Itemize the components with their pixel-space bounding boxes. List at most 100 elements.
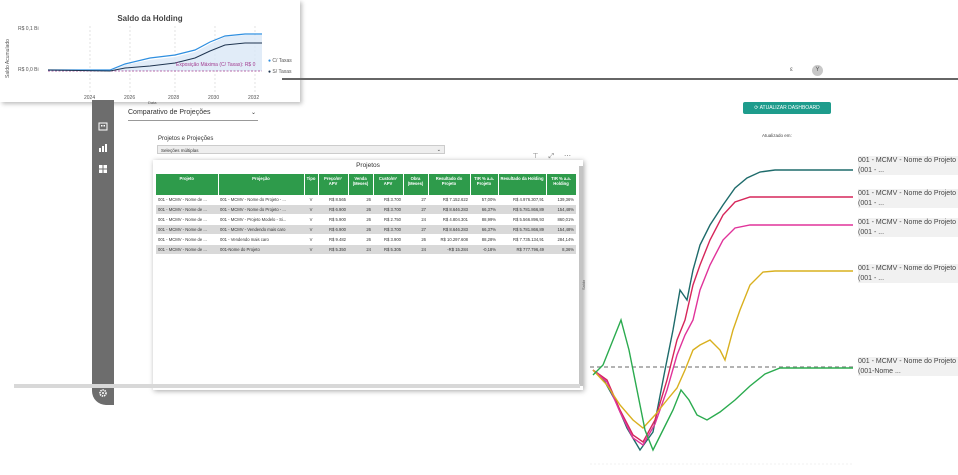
- column-header[interactable]: Projeto: [156, 174, 219, 195]
- projects-table: Projeto Projeção Tipo Preço/m² APV Venda (Me…: [156, 174, 577, 255]
- table-cell: 154,48%: [546, 204, 576, 215]
- column-header[interactable]: Projeção: [218, 174, 305, 195]
- table-cell: R$ 5.566.896,93: [498, 214, 546, 225]
- table-cell: R$ 5.900: [318, 214, 348, 225]
- refresh-icon: ⟳: [754, 105, 759, 111]
- column-header[interactable]: Tipo: [304, 174, 319, 195]
- header-divider: [282, 78, 958, 80]
- table-cell: R$ 5.781.866,89: [498, 224, 546, 235]
- card-toolbar[interactable]: ⊤ ⤢ ⋯: [532, 152, 575, 161]
- table-cell: R$ 8.646.283: [428, 204, 470, 215]
- table-cell: 001 - MCMV - Nome do Projeto - ...: [218, 195, 304, 205]
- building-icon[interactable]: [98, 121, 108, 131]
- inset-legend-sem-taxas[interactable]: ● S/ Taxas: [268, 69, 292, 75]
- series-line-red: [592, 196, 853, 444]
- table-cell: 001 - MCMV - Nome de ...: [156, 224, 218, 235]
- legend-label: 001 - MCMV - Nome do Projeto (001 - ...: [858, 218, 958, 238]
- column-header[interactable]: TIR % a.a. Holding: [546, 174, 577, 195]
- table-cell: R$ 5.305: [373, 244, 403, 255]
- series-line-green: [592, 317, 853, 452]
- table-cell: R$ 7.152.622: [428, 195, 470, 205]
- table-row[interactable]: 001 - MCMV - Nome de ... 001 - Vendendo m…: [156, 234, 576, 245]
- table-cell: 24: [403, 244, 428, 255]
- series-line-pink: [592, 224, 853, 447]
- table-cell: -0,18%: [470, 244, 498, 255]
- inset-legend-com-taxas[interactable]: ● C/ Taxas: [268, 58, 292, 64]
- table-title: Projetos: [356, 162, 380, 169]
- table-cell: R$ 777.796,49: [498, 244, 546, 255]
- projects-filter-dropdown[interactable]: Seleções múltiplas ⌄: [157, 145, 445, 154]
- table-cell: R$ 4.804.301: [428, 214, 470, 225]
- table-cell: R$ 8.646.283: [428, 224, 470, 235]
- inset-x-tick: 2028: [168, 95, 180, 101]
- series-line-yellow: [592, 270, 853, 429]
- table-cell: 66,37%: [470, 204, 498, 215]
- projection-select[interactable]: Comparativo de Projeções ⌄: [128, 106, 258, 121]
- table-vertical-scrollbar[interactable]: [579, 166, 583, 386]
- table-row[interactable]: 001 - MCMV - Nome de ... 001 - MCMV - Pro…: [156, 214, 576, 225]
- user-avatar[interactable]: Y: [812, 65, 823, 76]
- inset-plot: [47, 26, 262, 92]
- column-header[interactable]: Preço/m² APV: [318, 174, 349, 195]
- projects-table-card: ⊤ ⤢ ⋯ Projetos Projeto Projeção Tipo Preço/…: [153, 153, 583, 390]
- column-header[interactable]: Venda (Meses): [348, 174, 374, 195]
- table-row[interactable]: 001 - MCMV - Nome de ... 001-Nome do Proj…: [156, 244, 576, 255]
- projection-select-value: Comparativo de Projeções: [128, 109, 211, 116]
- table-cell: 001 - MCMV - Nome de ...: [156, 204, 218, 215]
- table-cell: 26: [348, 214, 373, 225]
- table-cell: 284,14%: [546, 234, 576, 245]
- legend-label: 001 - MCMV - Nome do Projeto (001 - ...: [858, 156, 958, 176]
- page-horizontal-scrollbar[interactable]: [14, 384, 580, 388]
- table-cell: 8,36%: [546, 244, 576, 255]
- inset-x-tick: 2032: [248, 95, 260, 101]
- loading-icon[interactable]: ε: [786, 65, 797, 76]
- column-header[interactable]: Resultado da Holding: [498, 174, 547, 195]
- column-header[interactable]: Custo/m² APV: [373, 174, 404, 195]
- table-cell: R$ 4.976.307,91: [498, 195, 546, 205]
- legend-label: 001 - MCMV - Nome do Projeto (001 - ...: [858, 264, 958, 284]
- table-cell: V: [304, 204, 318, 215]
- series-line-teal: [592, 169, 853, 452]
- table-row[interactable]: 001 - MCMV - Nome de ... 001 - MCMV - Nom…: [156, 195, 576, 205]
- inset-x-tick: 2030: [208, 95, 220, 101]
- table-cell: R$ 2.750: [373, 214, 403, 225]
- projection-balance-chart: [590, 169, 853, 465]
- dashboard-legend-item-3[interactable]: 001 - MCMV - Nome do Projeto (001 - ...: [858, 218, 958, 238]
- inset-x-tick: 2026: [124, 95, 136, 101]
- dashboard-legend-item-5[interactable]: 001 - MCMV - Nome do Projeto (001-Nome .…: [858, 357, 958, 377]
- updated-at-label: Atualizado em:: [762, 133, 792, 138]
- table-cell: 57,00%: [470, 195, 498, 205]
- column-header[interactable]: TIR % a.a. Projeto: [470, 174, 499, 195]
- table-cell: 001 - MCMV - Nome de ...: [156, 234, 218, 245]
- table-cell: R$ 8.565: [318, 195, 348, 205]
- update-dashboard-label: ATUALIZAR DASHBOARD: [759, 105, 820, 111]
- table-cell: R$ 3.700: [373, 195, 403, 205]
- dashboard-legend-item-2[interactable]: 001 - MCMV - Nome do Projeto (001 - ...: [858, 189, 958, 209]
- chevron-down-icon: ⌄: [250, 110, 256, 116]
- table-row[interactable]: 001 - MCMV - Nome de ... 001 - MCMV - Nom…: [156, 204, 576, 215]
- table-cell: R$ 9.482: [318, 234, 348, 245]
- table-cell: V: [304, 244, 318, 255]
- saldo-holding-chart-card: Saldo da Holding R$ 0,1 Bi R$ 0,0 Bi Sal…: [0, 0, 300, 105]
- table-cell: 001 - MCMV - Nome do Projeto - ...: [218, 204, 304, 215]
- column-header[interactable]: Resultado do Projeto: [428, 174, 471, 195]
- table-cell: 27: [403, 224, 428, 235]
- dashboard-legend-item-4[interactable]: 001 - MCMV - Nome do Projeto (001 - ...: [858, 264, 958, 284]
- table-cell: 24: [403, 214, 428, 225]
- column-header[interactable]: Obra (Meses): [403, 174, 429, 195]
- table-row[interactable]: 001 - MCMV - Nome de ... 001 - MCMV - Ven…: [156, 224, 576, 235]
- gear-icon[interactable]: [98, 388, 108, 398]
- update-dashboard-button[interactable]: ⟳ ATUALIZAR DASHBOARD: [743, 102, 831, 114]
- inset-exposure-label: Exposição Máxima (C/ Taxas): R$ 0: [176, 62, 256, 68]
- table-cell: 860,01%: [546, 214, 576, 225]
- table-cell: 001 - MCMV - Nome de ...: [156, 244, 218, 255]
- table-cell: 001 - MCMV - Vendendo mais caro: [218, 224, 304, 235]
- inset-legend-label: S/ Taxas: [272, 69, 292, 75]
- table-cell: R$ 6.900: [318, 224, 348, 235]
- table-cell: -R$ 15.284: [428, 244, 470, 255]
- dashboard-legend-item-1[interactable]: 001 - MCMV - Nome do Projeto (001 - ...: [858, 156, 958, 176]
- grid-icon[interactable]: [98, 164, 108, 174]
- chart-icon[interactable]: [98, 143, 108, 153]
- table-body: 001 - MCMV - Nome de ... 001 - MCMV - Nom…: [156, 195, 576, 255]
- table-cell: R$ 7.735.134,91: [498, 234, 546, 245]
